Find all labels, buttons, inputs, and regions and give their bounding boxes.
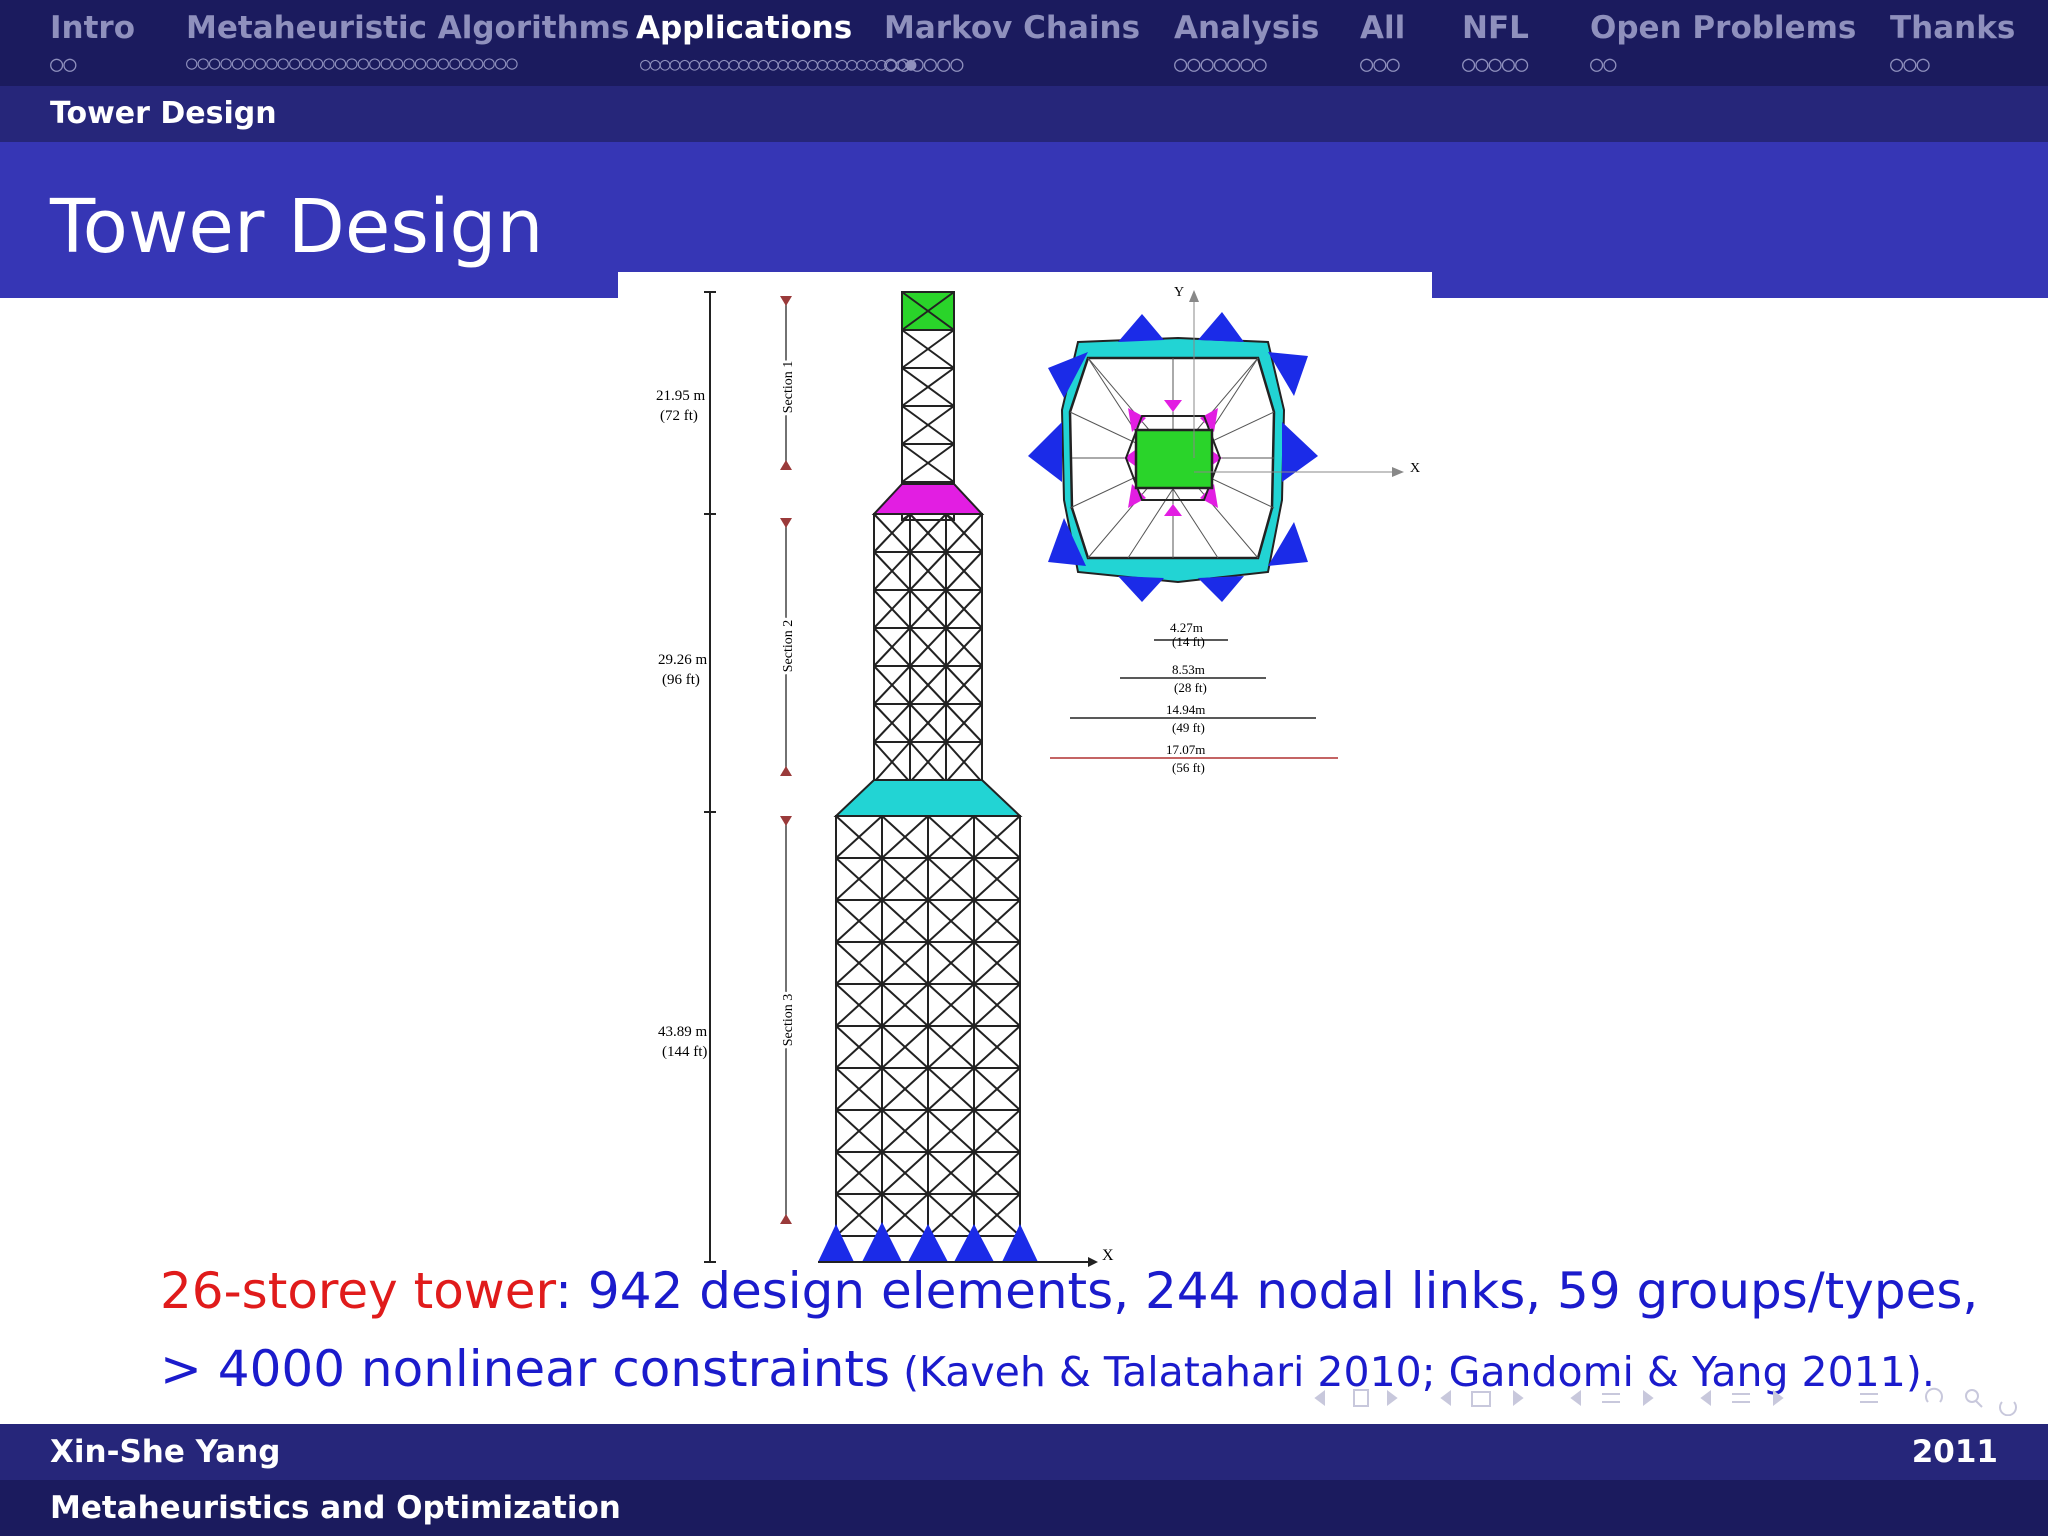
dim-1-ft: (72 ft)	[660, 408, 698, 424]
nav-dots[interactable]: ○○	[50, 52, 77, 77]
frame-title: Tower Design	[50, 184, 544, 270]
nav-prev-frame-icon[interactable]	[1440, 1390, 1451, 1406]
tower-figure: 21.95 m (72 ft) 29.26 m (96 ft) 43.89 m …	[618, 272, 1432, 1270]
nav-next-section-icon[interactable]	[1773, 1390, 1784, 1406]
nav-prev-slide-icon[interactable]	[1314, 1390, 1325, 1406]
tower-section-2	[873, 513, 983, 783]
plan-dim-3-ft: (49 ft)	[1172, 720, 1205, 735]
nav-dots[interactable]: ○○○	[1360, 52, 1400, 77]
tower-section-3	[835, 815, 1021, 1237]
dim-1-m: 21.95 m	[656, 388, 706, 404]
dim-3-m: 43.89 m	[658, 1024, 708, 1040]
nav-dots[interactable]: ○○○	[1890, 52, 1930, 77]
nav-dots[interactable]: ○○○○○○○○○○○○○○○○○○○○○○○○○○○○○	[186, 52, 518, 74]
nav-label: Thanks	[1890, 10, 2016, 46]
plan-dim-4-ft: (56 ft)	[1172, 760, 1205, 775]
section-2-label: Section 2	[781, 620, 796, 673]
section-1-label: Section 1	[781, 361, 796, 414]
plan-dim-1-ft: (14 ft)	[1172, 634, 1205, 649]
nav-label: Analysis	[1174, 10, 1320, 46]
nav-label: Applications	[636, 10, 853, 46]
nav-label: Metaheuristic Algorithms	[186, 10, 630, 46]
nav-prev-subsection-icon[interactable]	[1570, 1390, 1581, 1406]
nav-back-icon[interactable]	[1925, 1387, 1943, 1403]
nav-next-slide-icon[interactable]	[1387, 1390, 1398, 1406]
plan-axis-y: Y	[1174, 285, 1184, 300]
beamer-navigation-symbols	[1312, 1380, 2028, 1417]
caption-highlight: 26-storey tower	[160, 1262, 556, 1320]
nav-label: Open Problems	[1590, 10, 1857, 46]
nav-label: Markov Chains	[884, 10, 1141, 46]
footer-year: 2011	[1911, 1434, 1998, 1470]
caption-line1-text: : 942 design elements, 244 nodal links, …	[555, 1262, 1979, 1320]
dim-2-ft: (96 ft)	[662, 672, 700, 688]
dim-3-ft: (144 ft)	[662, 1044, 707, 1060]
nav-slide-icon[interactable]	[1353, 1389, 1369, 1407]
plan-view: Y X	[1028, 285, 1420, 602]
plan-dim-2-m: 8.53m	[1172, 662, 1205, 677]
tower-diagram: 21.95 m (72 ft) 29.26 m (96 ft) 43.89 m …	[656, 285, 1420, 1267]
footer-bar-top: Xin-She Yang 2011	[0, 1424, 2048, 1480]
nav-dots[interactable]: ○○○○○	[1462, 52, 1528, 77]
plan-dim-3-m: 14.94m	[1166, 702, 1205, 717]
nav-next-subsection-icon[interactable]	[1643, 1390, 1654, 1406]
nav-dots[interactable]: ○○○○○○○	[1174, 52, 1267, 77]
caption-line-1: 26-storey tower: 942 design elements, 24…	[160, 1262, 1978, 1320]
nav-dots-applications[interactable]: ○○○○○○○○○○○○○○○○○○○○○○○○○○○●	[640, 54, 916, 75]
plan-dim-2-ft: (28 ft)	[1174, 680, 1207, 695]
nav-search-icon[interactable]	[1965, 1389, 1979, 1403]
section-3-label: Section 3	[781, 994, 796, 1047]
dim-2-m: 29.26 m	[658, 652, 708, 668]
nav-label: Intro	[50, 10, 136, 46]
footer-talk-title: Metaheuristics and Optimization	[50, 1490, 621, 1526]
subsection-bar: Tower Design	[0, 86, 2048, 142]
nav-frame-icon[interactable]	[1471, 1391, 1491, 1407]
subsection-title: Tower Design	[50, 96, 277, 131]
nav-label: All	[1360, 10, 1406, 46]
plan-dim-1-m: 4.27m	[1170, 620, 1203, 635]
nav-prev-section-icon[interactable]	[1700, 1390, 1711, 1406]
plan-axis-x: X	[1410, 461, 1420, 476]
caption-line2-text: > 4000 nonlinear constraints	[160, 1340, 891, 1398]
footer-author: Xin-She Yang	[50, 1434, 281, 1470]
nav-forward-icon[interactable]	[1999, 1401, 2017, 1417]
footer-bar-bottom: Metaheuristics and Optimization	[0, 1480, 2048, 1536]
section-navigation: Intro ○○ Metaheuristic Algorithms ○○○○○○…	[0, 0, 2048, 86]
nav-next-frame-icon[interactable]	[1513, 1390, 1524, 1406]
nav-dots[interactable]: ○○	[1590, 52, 1617, 77]
plan-dim-4-m: 17.07m	[1166, 742, 1205, 757]
nav-label: NFL	[1462, 10, 1529, 46]
